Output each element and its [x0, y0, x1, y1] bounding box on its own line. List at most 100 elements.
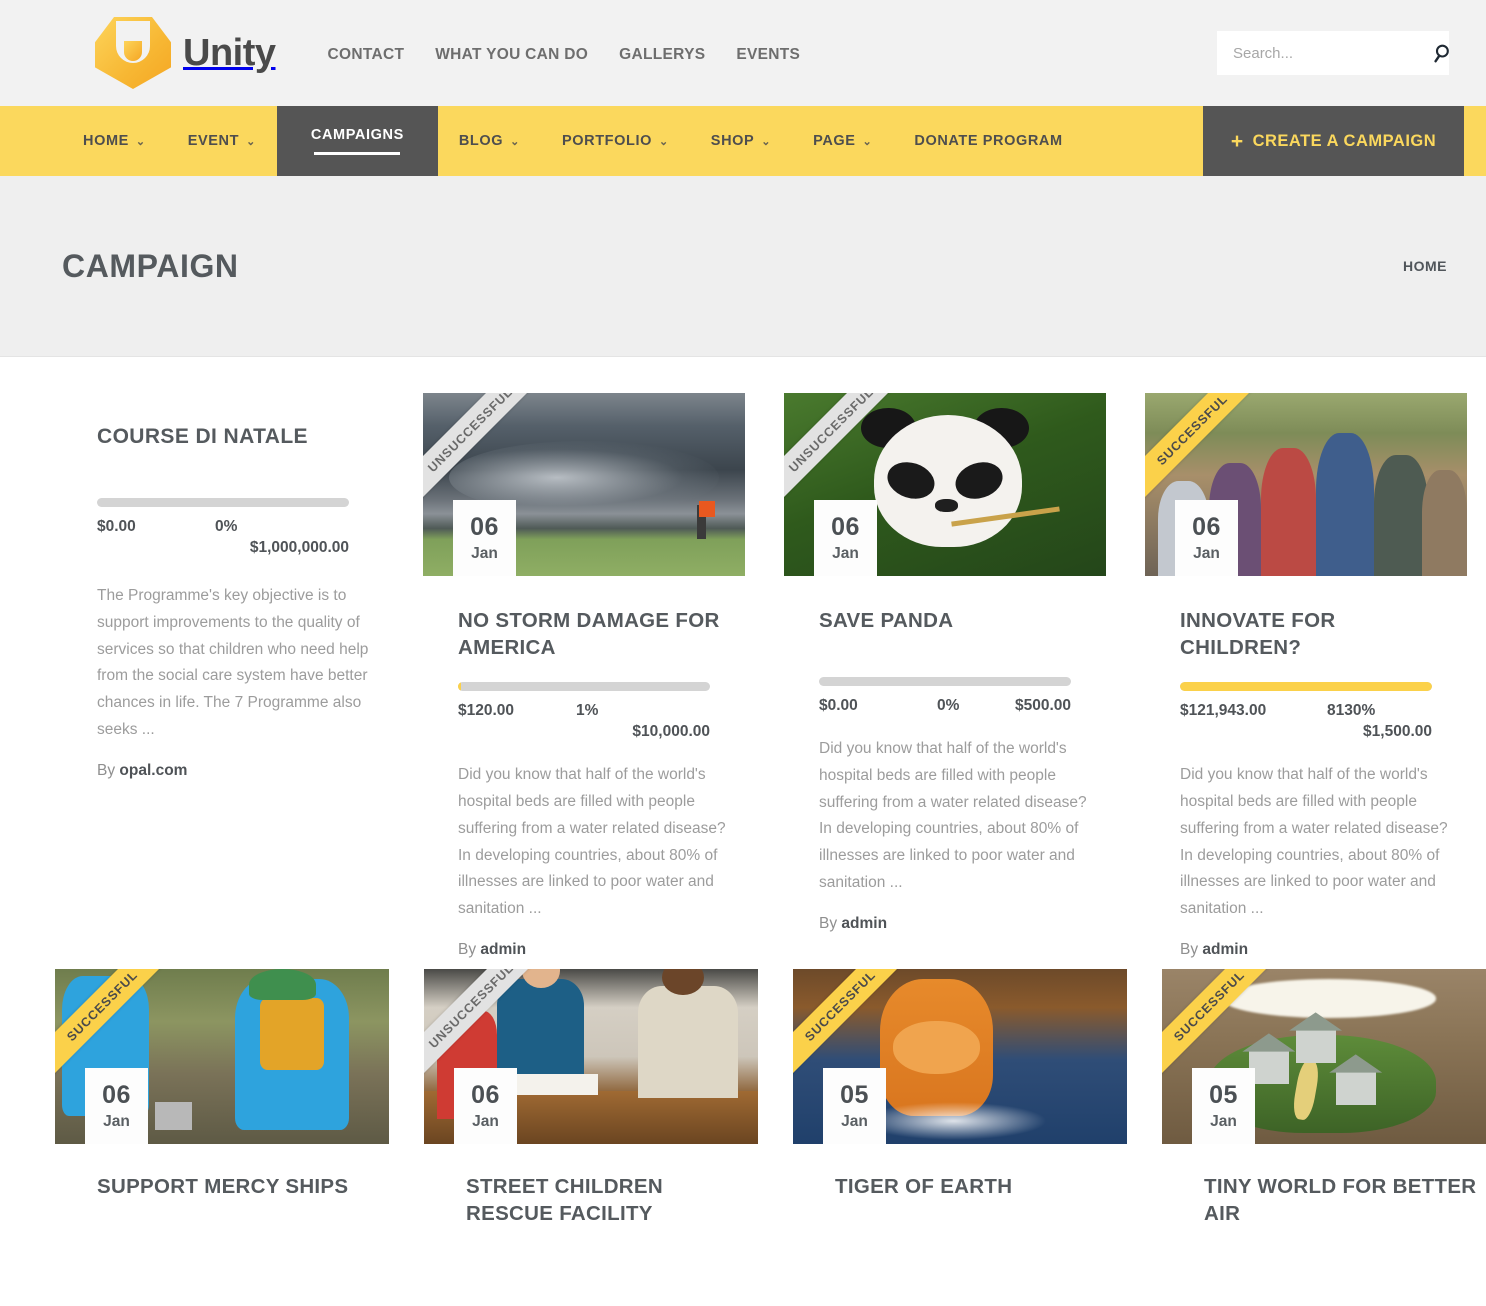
- nav-item-event[interactable]: EVENT ⌄: [167, 106, 277, 176]
- byline-prefix: By: [97, 761, 120, 779]
- nav-item-shop[interactable]: SHOP ⌄: [690, 106, 792, 176]
- campaign-media[interactable]: UNSUCCESSFUL 06 Jan: [423, 393, 745, 576]
- campaign-card-street-children-rescue-facility[interactable]: UNSUCCESSFUL 06 Jan STREET CHILDREN RESC…: [424, 968, 758, 1227]
- search-icon[interactable]: [1434, 43, 1454, 63]
- campaign-amounts: $121,943.00 8130% $1,500.00: [1180, 702, 1432, 750]
- amount-raised: $121,943.00: [1180, 702, 1267, 720]
- site-header: Unity CONTACT WHAT YOU CAN DO GALLERYS E…: [0, 0, 1486, 106]
- campaign-title[interactable]: STREET CHILDREN RESCUE FACILITY: [466, 1173, 748, 1227]
- nav-item-blog-label: BLOG: [458, 133, 504, 149]
- utility-nav: CONTACT WHAT YOU CAN DO GALLERYS EVENTS: [328, 42, 801, 64]
- campaign-media[interactable]: SUCCESSFUL 06 Jan: [55, 968, 389, 1144]
- campaign-card-innovate-for-children[interactable]: SUCCESSFUL 06 Jan INNOVATE FOR CHILDREN?…: [1145, 393, 1467, 959]
- campaign-title[interactable]: NO STORM DAMAGE FOR AMERICA: [458, 607, 735, 661]
- chevron-down-icon: ⌄: [658, 135, 669, 148]
- date-month: Jan: [472, 1112, 499, 1130]
- campaign-excerpt: Did you know that half of the world's ho…: [458, 766, 726, 918]
- nav-item-donate-program-label: DONATE PROGRAM: [914, 133, 1063, 149]
- amount-raised: $120.00: [458, 702, 515, 720]
- site-logo[interactable]: Unity: [95, 17, 276, 89]
- site-logo-text: Unity: [183, 31, 276, 74]
- campaign-card-no-storm-damage[interactable]: UNSUCCESSFUL 06 Jan NO STORM DAMAGE FOR …: [423, 393, 745, 959]
- campaign-body: TINY WORLD FOR BETTER AIR: [1162, 1144, 1486, 1227]
- campaign-card-save-panda[interactable]: UNSUCCESSFUL 06 Jan SAVE PANDA $0.00 0% …: [784, 393, 1106, 959]
- campaign-excerpt: Did you know that half of the world's ho…: [1180, 766, 1448, 918]
- byline-author[interactable]: admin: [841, 915, 887, 932]
- page-title: CAMPAIGN: [62, 247, 239, 284]
- unity-hex-logo-icon: [95, 17, 171, 89]
- nav-item-page[interactable]: PAGE ⌄: [792, 106, 893, 176]
- topnav-item-gallerys[interactable]: GALLERYS: [619, 46, 705, 64]
- amount-raised: $0.00: [97, 518, 136, 535]
- nav-item-page-label: PAGE: [813, 133, 856, 149]
- nav-item-donate-program[interactable]: DONATE PROGRAM: [893, 106, 1083, 176]
- campaign-body: SAVE PANDA $0.00 0% $500.00 Did you know…: [784, 576, 1106, 933]
- byline-author[interactable]: admin: [480, 941, 526, 958]
- campaign-title[interactable]: TIGER OF EARTH: [835, 1173, 1117, 1200]
- campaign-media[interactable]: SUCCESSFUL 05 Jan: [793, 968, 1127, 1144]
- campaign-title[interactable]: SAVE PANDA: [819, 607, 1096, 634]
- create-campaign-button[interactable]: + CREATE A CAMPAIGN: [1203, 106, 1464, 176]
- byline-author[interactable]: admin: [1202, 941, 1248, 958]
- search-box[interactable]: [1217, 31, 1449, 75]
- chevron-down-icon: ⌄: [761, 135, 772, 148]
- campaign-body: INNOVATE FOR CHILDREN? $121,943.00 8130%…: [1145, 576, 1467, 959]
- date-month: Jan: [841, 1112, 868, 1130]
- campaign-row-2: SUCCESSFUL 06 Jan SUPPORT MERCY SHIPS UN…: [0, 959, 1486, 1227]
- nav-item-portfolio[interactable]: PORTFOLIO ⌄: [541, 106, 690, 176]
- campaign-byline: By admin: [458, 941, 735, 959]
- campaign-card-support-mercy-ships[interactable]: SUCCESSFUL 06 Jan SUPPORT MERCY SHIPS: [55, 968, 389, 1227]
- date-day: 06: [1192, 512, 1221, 541]
- topnav-item-what-you-can-do[interactable]: WHAT YOU CAN DO: [435, 46, 588, 64]
- campaign-grid: COURSE DI NATALE $0.00 0% $1,000,000.00 …: [0, 357, 1486, 1227]
- campaign-body: TIGER OF EARTH: [793, 1144, 1127, 1200]
- date-badge: 06 Jan: [85, 1067, 148, 1144]
- campaign-media[interactable]: UNSUCCESSFUL 06 Jan: [424, 968, 758, 1144]
- campaign-amounts: $120.00 1% $10,000.00: [458, 702, 710, 750]
- amount-goal: $10,000.00: [632, 723, 710, 741]
- main-nav: HOME ⌄ EVENT ⌄ CAMPAIGNS BLOG ⌄ PORTFOLI…: [0, 106, 1486, 176]
- byline-prefix: By: [1180, 940, 1203, 958]
- nav-item-event-label: EVENT: [187, 133, 240, 149]
- progress-bar: [97, 498, 349, 507]
- topnav-item-contact[interactable]: CONTACT: [328, 46, 405, 64]
- nav-item-blog[interactable]: BLOG ⌄: [438, 106, 541, 176]
- campaign-title[interactable]: INNOVATE FOR CHILDREN?: [1180, 607, 1457, 661]
- progress-bar: [1180, 682, 1432, 692]
- byline-prefix: By: [819, 914, 842, 932]
- date-badge: 06 Jan: [454, 1067, 517, 1144]
- date-badge: 06 Jan: [1175, 500, 1238, 576]
- campaign-media[interactable]: UNSUCCESSFUL 06 Jan: [784, 393, 1106, 576]
- campaign-title[interactable]: TINY WORLD FOR BETTER AIR: [1204, 1173, 1486, 1227]
- byline-author[interactable]: opal.com: [119, 762, 187, 779]
- amount-percent: 8130%: [1327, 702, 1376, 720]
- date-month: Jan: [103, 1112, 130, 1130]
- search-input[interactable]: [1231, 43, 1434, 63]
- byline-prefix: By: [458, 940, 481, 958]
- breadcrumb-home[interactable]: HOME: [1403, 258, 1447, 274]
- progress-bar-fill: [1180, 682, 1432, 692]
- campaign-card-tiny-world-for-better-air[interactable]: SUCCESSFUL 05 Jan TINY WORLD FOR BETTER …: [1162, 968, 1486, 1227]
- amount-raised: $0.00: [819, 697, 858, 715]
- nav-item-shop-label: SHOP: [710, 133, 755, 149]
- campaign-excerpt: The Programme's key objective is to supp…: [97, 587, 369, 739]
- page-title-bar: CAMPAIGN HOME: [0, 176, 1486, 357]
- chevron-down-icon: ⌄: [510, 135, 520, 148]
- date-day: 06: [470, 512, 499, 541]
- campaign-card-tiger-of-earth[interactable]: SUCCESSFUL 05 Jan TIGER OF EARTH: [793, 968, 1127, 1227]
- campaign-media[interactable]: SUCCESSFUL 05 Jan: [1162, 968, 1486, 1144]
- nav-item-campaigns[interactable]: CAMPAIGNS: [276, 106, 438, 176]
- campaign-body: NO STORM DAMAGE FOR AMERICA $120.00 1% $…: [423, 576, 745, 959]
- campaign-media[interactable]: SUCCESSFUL 06 Jan: [1145, 393, 1467, 576]
- topnav-item-events[interactable]: EVENTS: [736, 46, 800, 64]
- date-day: 05: [1209, 1080, 1238, 1109]
- nav-item-home[interactable]: HOME ⌄: [62, 106, 167, 176]
- amount-goal: $500.00: [1014, 697, 1071, 715]
- chevron-down-icon: ⌄: [862, 135, 873, 148]
- date-month: Jan: [1210, 1112, 1237, 1130]
- campaign-title[interactable]: SUPPORT MERCY SHIPS: [97, 1173, 379, 1200]
- progress-bar-fill: [458, 682, 461, 692]
- campaign-card-course-di-natale[interactable]: COURSE DI NATALE $0.00 0% $1,000,000.00 …: [62, 393, 384, 959]
- active-underline: [314, 152, 401, 155]
- campaign-title[interactable]: COURSE DI NATALE: [97, 425, 376, 449]
